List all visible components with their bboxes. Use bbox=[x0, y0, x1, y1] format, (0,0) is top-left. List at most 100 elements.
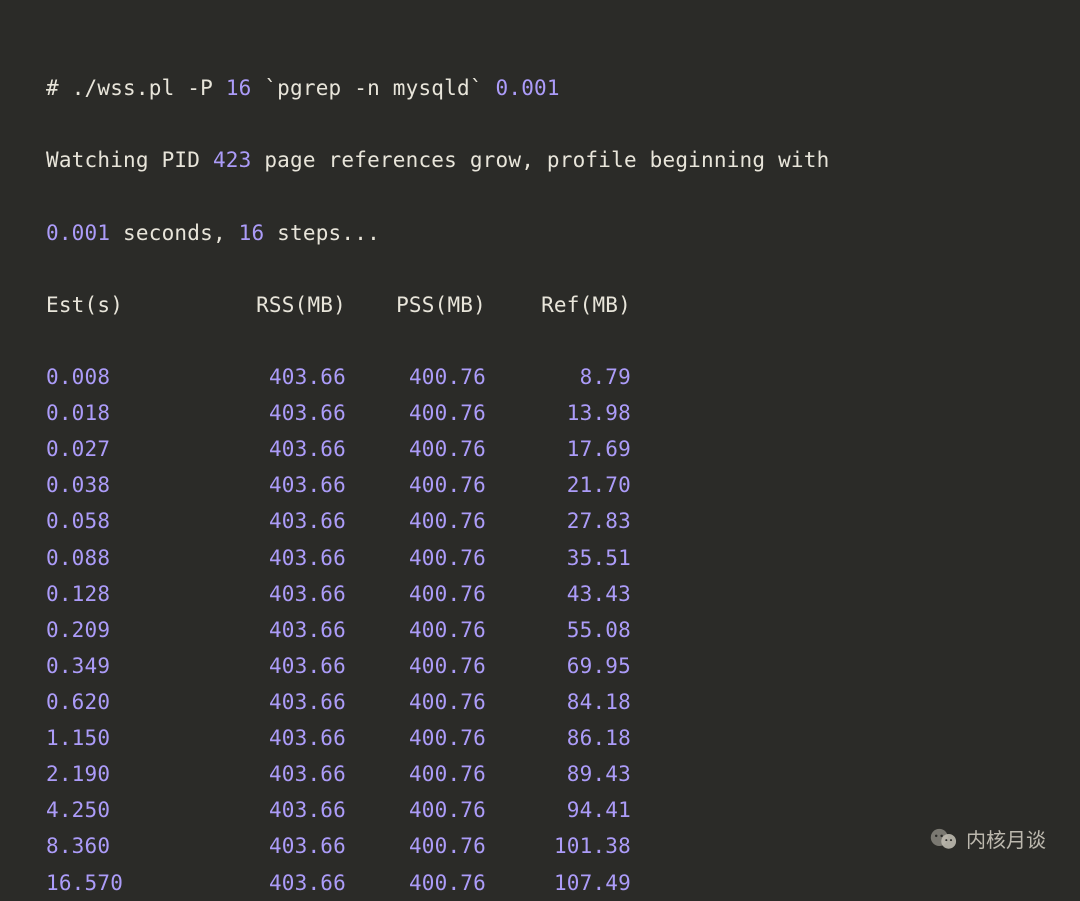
terminal-output: # ./wss.pl -P 16 `pgrep -n mysqld` 0.001… bbox=[0, 0, 1080, 901]
cell-ref: 69.95 bbox=[486, 648, 631, 684]
table-header-row: Est(s)RSS(MB)PSS(MB)Ref(MB) bbox=[46, 287, 1034, 323]
cell-pss: 400.76 bbox=[346, 540, 486, 576]
prompt-text: # bbox=[46, 76, 72, 100]
interval-value: 0.001 bbox=[46, 221, 110, 245]
status-line-1: Watching PID 423 page references grow, p… bbox=[46, 142, 1034, 178]
cell-rss: 403.66 bbox=[216, 359, 346, 395]
table-row: 0.058403.66400.7627.83 bbox=[46, 503, 1034, 539]
status-text: seconds, bbox=[110, 221, 238, 245]
table-row: 0.008403.66400.768.79 bbox=[46, 359, 1034, 395]
cell-ref: 8.79 bbox=[486, 359, 631, 395]
watermark-text: 内核月谈 bbox=[966, 824, 1046, 853]
cell-ref: 13.98 bbox=[486, 395, 631, 431]
cell-pss: 400.76 bbox=[346, 467, 486, 503]
status-line-2: 0.001 seconds, 16 steps... bbox=[46, 215, 1034, 251]
cell-est: 0.018 bbox=[46, 395, 216, 431]
watermark: 内核月谈 bbox=[930, 824, 1046, 853]
table-row: 2.190403.66400.7689.43 bbox=[46, 756, 1034, 792]
cell-est: 0.349 bbox=[46, 648, 216, 684]
command-arg-p: 16 bbox=[226, 76, 252, 100]
cell-pss: 400.76 bbox=[346, 612, 486, 648]
cell-est: 2.190 bbox=[46, 756, 216, 792]
cell-ref: 43.43 bbox=[486, 576, 631, 612]
cell-pss: 400.76 bbox=[346, 503, 486, 539]
cell-rss: 403.66 bbox=[216, 720, 346, 756]
table-row: 0.209403.66400.7655.08 bbox=[46, 612, 1034, 648]
cell-ref: 94.41 bbox=[486, 792, 631, 828]
cell-ref: 86.18 bbox=[486, 720, 631, 756]
cell-est: 0.027 bbox=[46, 431, 216, 467]
cell-ref: 89.43 bbox=[486, 756, 631, 792]
status-text: steps... bbox=[264, 221, 380, 245]
table-row: 1.150403.66400.7686.18 bbox=[46, 720, 1034, 756]
table-row: 0.349403.66400.7669.95 bbox=[46, 648, 1034, 684]
cell-est: 0.008 bbox=[46, 359, 216, 395]
header-ref: Ref(MB) bbox=[486, 287, 631, 323]
cell-rss: 403.66 bbox=[216, 431, 346, 467]
pid-value: 423 bbox=[213, 148, 252, 172]
cell-rss: 403.66 bbox=[216, 828, 346, 864]
cell-pss: 400.76 bbox=[346, 431, 486, 467]
cell-rss: 403.66 bbox=[216, 648, 346, 684]
cell-pss: 400.76 bbox=[346, 828, 486, 864]
cell-ref: 101.38 bbox=[486, 828, 631, 864]
cell-ref: 17.69 bbox=[486, 431, 631, 467]
cell-rss: 403.66 bbox=[216, 612, 346, 648]
cell-est: 0.088 bbox=[46, 540, 216, 576]
cell-est: 16.570 bbox=[46, 865, 216, 901]
cell-rss: 403.66 bbox=[216, 865, 346, 901]
header-rss: RSS(MB) bbox=[216, 287, 346, 323]
cell-ref: 27.83 bbox=[486, 503, 631, 539]
cell-est: 0.209 bbox=[46, 612, 216, 648]
command-subshell: `pgrep -n mysqld` bbox=[252, 76, 496, 100]
table-row: 8.360403.66400.76101.38 bbox=[46, 828, 1034, 864]
cell-pss: 400.76 bbox=[346, 720, 486, 756]
cell-pss: 400.76 bbox=[346, 865, 486, 901]
cell-rss: 403.66 bbox=[216, 503, 346, 539]
command-interval: 0.001 bbox=[496, 76, 560, 100]
table-row: 0.128403.66400.7643.43 bbox=[46, 576, 1034, 612]
table-body: 0.008403.66400.768.790.018403.66400.7613… bbox=[46, 359, 1034, 901]
cell-est: 0.128 bbox=[46, 576, 216, 612]
command-line: # ./wss.pl -P 16 `pgrep -n mysqld` 0.001 bbox=[46, 70, 1034, 106]
cell-pss: 400.76 bbox=[346, 395, 486, 431]
cell-est: 0.620 bbox=[46, 684, 216, 720]
cell-rss: 403.66 bbox=[216, 467, 346, 503]
table-row: 0.027403.66400.7617.69 bbox=[46, 431, 1034, 467]
cell-pss: 400.76 bbox=[346, 359, 486, 395]
cell-rss: 403.66 bbox=[216, 792, 346, 828]
cell-ref: 55.08 bbox=[486, 612, 631, 648]
cell-est: 4.250 bbox=[46, 792, 216, 828]
steps-value: 16 bbox=[239, 221, 265, 245]
cell-est: 0.038 bbox=[46, 467, 216, 503]
cell-pss: 400.76 bbox=[346, 756, 486, 792]
header-est: Est(s) bbox=[46, 287, 216, 323]
cell-rss: 403.66 bbox=[216, 684, 346, 720]
status-text: page references grow, profile beginning … bbox=[252, 148, 843, 172]
cell-pss: 400.76 bbox=[346, 792, 486, 828]
cell-rss: 403.66 bbox=[216, 756, 346, 792]
table-row: 4.250403.66400.7694.41 bbox=[46, 792, 1034, 828]
cell-ref: 107.49 bbox=[486, 865, 631, 901]
table-row: 0.088403.66400.7635.51 bbox=[46, 540, 1034, 576]
cell-est: 0.058 bbox=[46, 503, 216, 539]
table-row: 0.018403.66400.7613.98 bbox=[46, 395, 1034, 431]
status-text: Watching PID bbox=[46, 148, 213, 172]
cell-rss: 403.66 bbox=[216, 576, 346, 612]
cell-ref: 21.70 bbox=[486, 467, 631, 503]
cell-pss: 400.76 bbox=[346, 684, 486, 720]
table-row: 0.038403.66400.7621.70 bbox=[46, 467, 1034, 503]
wechat-icon bbox=[930, 828, 958, 850]
cell-rss: 403.66 bbox=[216, 395, 346, 431]
cell-pss: 400.76 bbox=[346, 576, 486, 612]
cell-est: 8.360 bbox=[46, 828, 216, 864]
cell-est: 1.150 bbox=[46, 720, 216, 756]
table-row: 0.620403.66400.7684.18 bbox=[46, 684, 1034, 720]
cell-rss: 403.66 bbox=[216, 540, 346, 576]
cell-ref: 35.51 bbox=[486, 540, 631, 576]
cell-ref: 84.18 bbox=[486, 684, 631, 720]
table-row: 16.570403.66400.76107.49 bbox=[46, 865, 1034, 901]
header-pss: PSS(MB) bbox=[346, 287, 486, 323]
cell-pss: 400.76 bbox=[346, 648, 486, 684]
command-text: ./wss.pl -P bbox=[72, 76, 226, 100]
